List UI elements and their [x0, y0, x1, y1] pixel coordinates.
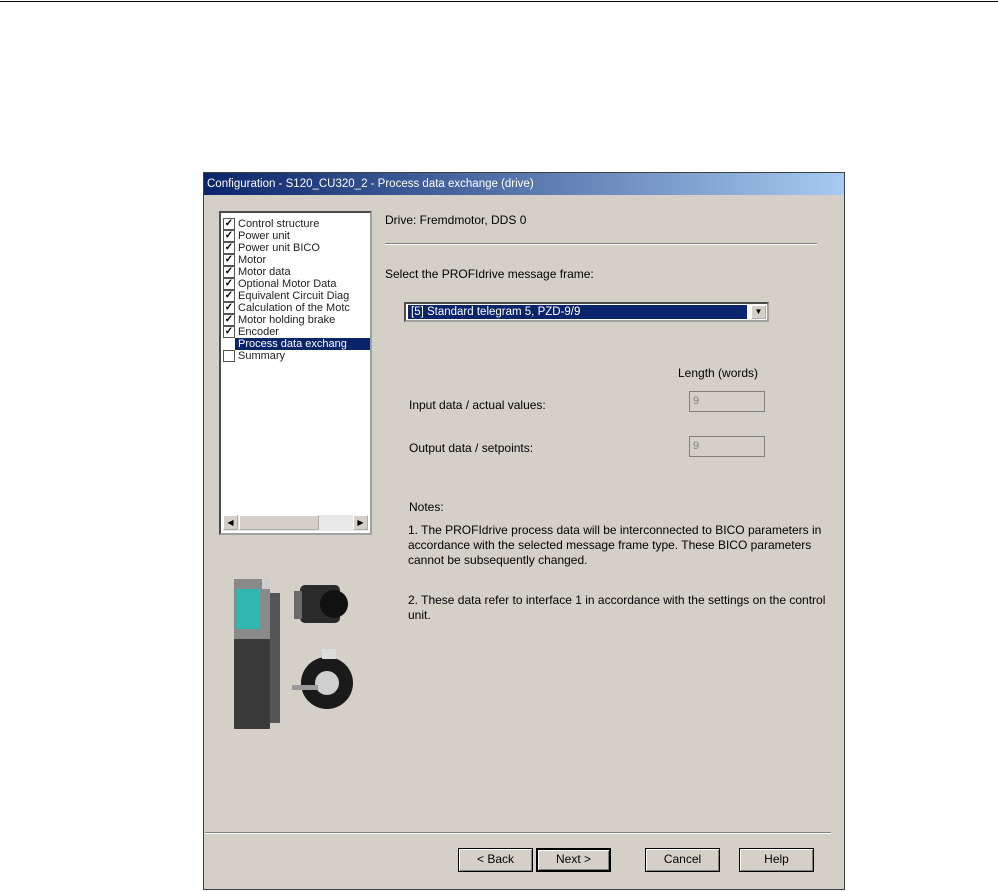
- tree-item-process-data-exchange[interactable]: Process data exchang: [223, 338, 370, 350]
- tree-item-motor[interactable]: ✓ Motor: [223, 254, 370, 266]
- message-frame-select[interactable]: [5] Standard telegram 5, PZD-9/9 ▼: [404, 302, 769, 322]
- header-separator: [385, 243, 817, 245]
- drive-label: Drive: Fremdmotor, DDS 0: [385, 213, 527, 227]
- checked-checkbox-icon: ✓: [223, 218, 235, 230]
- checked-checkbox-icon: ✓: [223, 254, 235, 266]
- checked-checkbox-icon: ✓: [223, 230, 235, 242]
- notes-title: Notes:: [409, 500, 444, 514]
- scroll-left-arrow-icon[interactable]: ◀: [223, 515, 238, 530]
- unchecked-checkbox-icon: [223, 338, 235, 350]
- output-data-label: Output data / setpoints:: [409, 441, 534, 455]
- checked-checkbox-icon: ✓: [223, 278, 235, 290]
- step-tree[interactable]: ✓ Control structure ✓ Power unit ✓ Power un…: [219, 211, 372, 535]
- checked-checkbox-icon: ✓: [223, 314, 235, 326]
- note-2: 2. These data refer to interface 1 in ac…: [408, 593, 826, 622]
- tree-item-motor-data[interactable]: ✓ Motor data: [223, 266, 370, 278]
- scroll-thumb[interactable]: [239, 515, 319, 530]
- message-frame-prompt: Select the PROFIdrive message frame:: [385, 267, 594, 281]
- length-header: Length (words): [678, 366, 759, 380]
- note-1: 1. The PROFIdrive process data will be i…: [408, 523, 822, 567]
- chevron-down-icon[interactable]: ▼: [751, 305, 766, 319]
- scroll-right-arrow-icon[interactable]: ▶: [353, 515, 368, 530]
- tree-item-equivalent-circuit[interactable]: ✓ Equivalent Circuit Diag: [223, 290, 370, 302]
- dialog-title: Configuration - S120_CU320_2 - Process d…: [204, 173, 844, 195]
- next-button[interactable]: Next >: [536, 848, 611, 872]
- input-length-field: 9: [689, 391, 765, 412]
- unchecked-checkbox-icon: [223, 350, 235, 362]
- tree-item-power-unit-bico[interactable]: ✓ Power unit BICO: [223, 242, 370, 254]
- footer-separator: [205, 832, 831, 834]
- configuration-dialog: Configuration - S120_CU320_2 - Process d…: [203, 172, 845, 890]
- checked-checkbox-icon: ✓: [223, 290, 235, 302]
- tree-item-control-structure[interactable]: ✓ Control structure: [223, 218, 370, 230]
- input-data-label: Input data / actual values:: [409, 398, 546, 412]
- back-button[interactable]: < Back: [458, 848, 533, 872]
- checked-checkbox-icon: ✓: [223, 302, 235, 314]
- message-frame-value: [5] Standard telegram 5, PZD-9/9: [408, 305, 747, 319]
- help-button[interactable]: Help: [739, 848, 814, 872]
- drive-hardware-illustration: [234, 579, 353, 729]
- tree-item-holding-brake[interactable]: ✓ Motor holding brake: [223, 314, 370, 326]
- checked-checkbox-icon: ✓: [223, 242, 235, 254]
- cancel-button[interactable]: Cancel: [645, 848, 720, 872]
- output-length-field: 9: [689, 436, 765, 457]
- tree-item-optional-motor-data[interactable]: ✓ Optional Motor Data: [223, 278, 370, 290]
- tree-item-summary[interactable]: Summary: [223, 350, 370, 362]
- tree-item-power-unit[interactable]: ✓ Power unit: [223, 230, 370, 242]
- tree-horizontal-scrollbar[interactable]: ◀ ▶: [223, 515, 368, 531]
- tree-item-encoder[interactable]: ✓ Encoder: [223, 326, 370, 338]
- checked-checkbox-icon: ✓: [223, 326, 235, 338]
- tree-item-calculation[interactable]: ✓ Calculation of the Motc: [223, 302, 370, 314]
- page-top-rule: [0, 1, 998, 2]
- checked-checkbox-icon: ✓: [223, 266, 235, 278]
